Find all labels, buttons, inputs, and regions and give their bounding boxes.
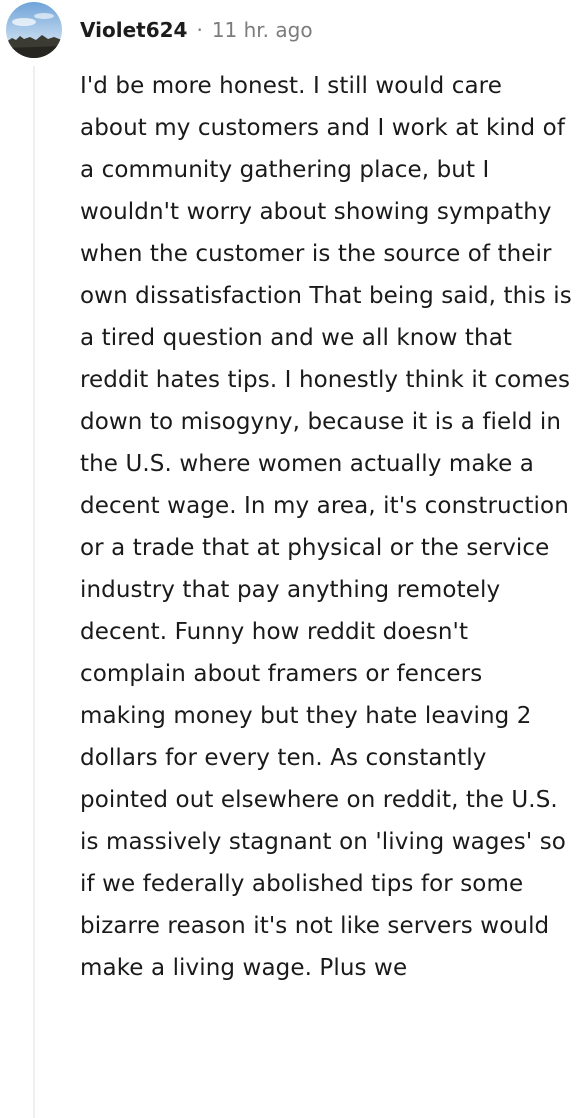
comment-header: Violet624 · 11 hr. ago [6,2,313,58]
user-avatar[interactable] [6,2,62,58]
comment-text: I'd be more honest. I still would care a… [80,73,572,981]
avatar-landscape-icon [6,2,62,58]
thread-line[interactable] [33,66,35,1118]
comment-timestamp[interactable]: 11 hr. ago [212,18,313,42]
separator-dot: · [196,18,203,42]
comment-author[interactable]: Violet624 [80,18,187,42]
comment-body: I'd be more honest. I still would care a… [80,65,572,989]
